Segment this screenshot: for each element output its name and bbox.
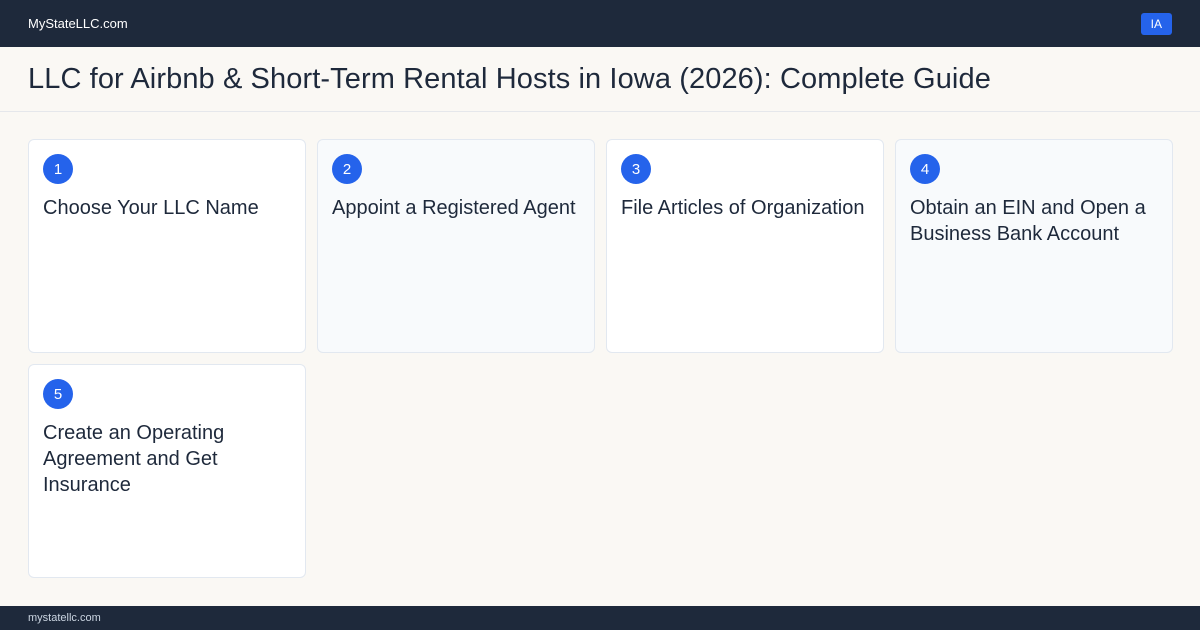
step-number-badge: 5 (43, 379, 73, 409)
step-number-badge: 3 (621, 154, 651, 184)
title-bar: LLC for Airbnb & Short-Term Rental Hosts… (0, 47, 1200, 112)
step-card-3[interactable]: 3 File Articles of Organization (606, 139, 884, 353)
page-title: LLC for Airbnb & Short-Term Rental Hosts… (28, 62, 991, 95)
step-title: Obtain an EIN and Open a Business Bank A… (910, 197, 1146, 245)
step-title: Appoint a Registered Agent (332, 197, 576, 219)
step-card-5[interactable]: 5 Create an Operating Agreement and Get … (28, 364, 306, 578)
step-title: File Articles of Organization (621, 197, 865, 219)
step-number-badge: 2 (332, 154, 362, 184)
site-brand-link[interactable]: MyStateLLC.com (28, 16, 128, 31)
step-title: Choose Your LLC Name (43, 197, 259, 219)
step-number-badge: 1 (43, 154, 73, 184)
step-number-badge: 4 (910, 154, 940, 184)
footer-bar: mystatellc.com (0, 606, 1200, 630)
state-badge: IA (1140, 12, 1172, 35)
steps-grid: 1 Choose Your LLC Name 2 Appoint a Regis… (28, 139, 1173, 578)
step-card-4[interactable]: 4 Obtain an EIN and Open a Business Bank… (895, 139, 1173, 353)
footer-domain: mystatellc.com (28, 612, 101, 624)
step-card-2[interactable]: 2 Appoint a Registered Agent (317, 139, 595, 353)
step-title: Create an Operating Agreement and Get In… (43, 422, 225, 496)
top-nav-bar: MyStateLLC.com IA (0, 0, 1200, 47)
step-card-1[interactable]: 1 Choose Your LLC Name (28, 139, 306, 353)
